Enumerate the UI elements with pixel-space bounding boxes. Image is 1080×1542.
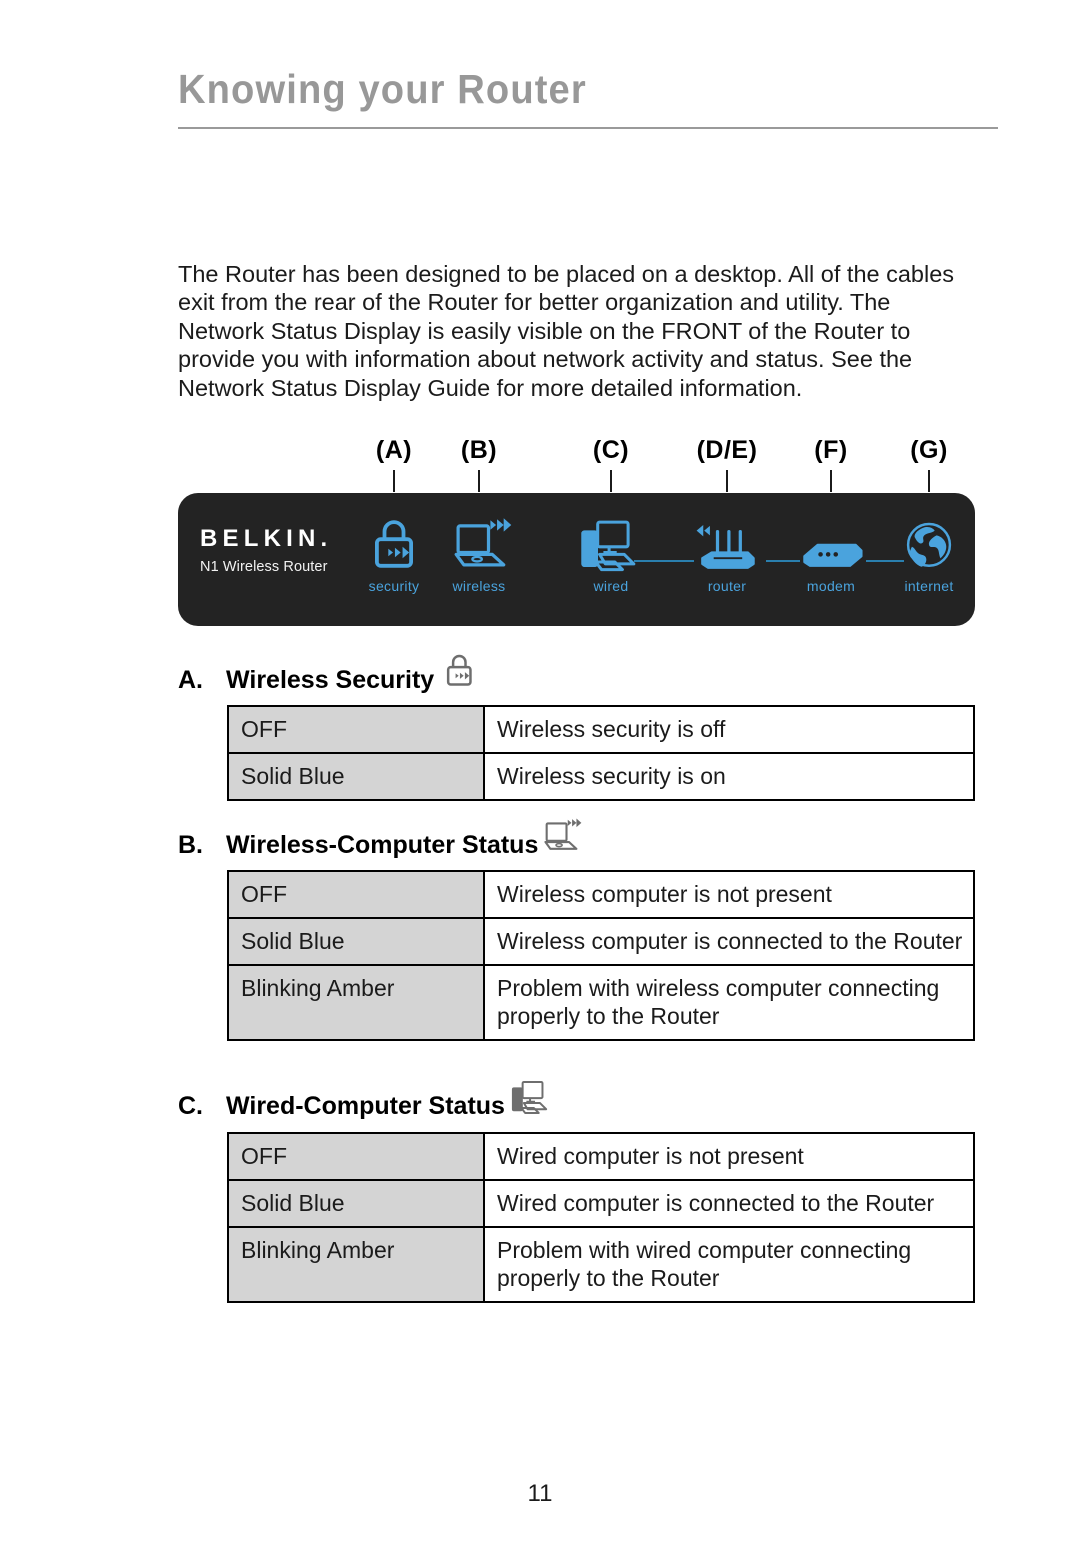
section-letter: B. [178, 831, 203, 859]
led-description-cell: Wired computer is connected to the Route… [483, 1179, 975, 1228]
table-row: Blinking Amber Problem with wired compute… [227, 1226, 975, 1303]
led-description-cell: Wireless security is off [483, 705, 975, 754]
led-state-cell: OFF [227, 870, 485, 919]
led-description-cell: Wireless computer is not present [483, 870, 975, 919]
desktop-computer-icon [556, 509, 666, 577]
section-letter: C. [178, 1092, 203, 1120]
led-state-cell: OFF [227, 705, 485, 754]
callout-tick [393, 470, 395, 492]
led-description-cell: Wired computer is not present [483, 1132, 975, 1181]
callout-label-a: (A) [375, 436, 413, 464]
section-title: Wired-Computer Status [226, 1092, 505, 1120]
section-heading-b: B. Wireless-Computer Status [178, 818, 978, 868]
led-description-cell: Wireless computer is connected to the Ro… [483, 917, 975, 966]
led-description-cell: Problem with wireless computer connectin… [483, 964, 975, 1041]
led-indicator-wired: wired [556, 509, 666, 593]
led-label-router: router [707, 578, 747, 594]
router-antennas-icon [672, 509, 782, 577]
laptop-wireless-icon [538, 816, 583, 858]
table-row: OFF Wireless computer is not present [227, 870, 975, 919]
led-label-wireless: wireless [452, 578, 506, 594]
led-indicator-wireless: wireless [424, 509, 534, 593]
status-table-c: OFF Wired computer is not present Solid Bl… [227, 1132, 975, 1303]
callout-tick [478, 470, 480, 492]
led-state-cell: Solid Blue [227, 752, 485, 801]
table-row: Solid Blue Wireless security is on [227, 752, 975, 801]
globe-icon [874, 509, 984, 577]
led-indicator-router: router [672, 509, 782, 593]
callout-tick [726, 470, 728, 492]
led-description-cell: Wireless security is on [483, 752, 975, 801]
callout-label-c: (C) [592, 436, 630, 464]
led-state-cell: Solid Blue [227, 917, 485, 966]
led-label-modem: modem [806, 578, 856, 594]
led-indicator-internet: internet [874, 509, 984, 593]
section-letter: A. [178, 666, 203, 694]
led-state-cell: OFF [227, 1132, 485, 1181]
led-state-cell: Blinking Amber [227, 964, 485, 1041]
padlock-wireless-icon [437, 651, 482, 693]
modem-box-icon [776, 509, 886, 577]
page-number: 11 [527, 1480, 553, 1507]
title-divider [178, 127, 998, 129]
intro-paragraph: The Router has been designed to be place… [178, 260, 955, 401]
desktop-computer-icon [509, 1077, 554, 1119]
router-front-panel: BELKIN. N1 Wireless Router security wire… [178, 493, 975, 626]
section-heading-c: C. Wired-Computer Status [178, 1080, 978, 1129]
table-row: OFF Wired computer is not present [227, 1132, 975, 1181]
led-label-internet: internet [904, 578, 954, 594]
led-state-cell: Solid Blue [227, 1179, 485, 1228]
table-row: Solid Blue Wired computer is connected to… [227, 1179, 975, 1228]
led-description-cell: Problem with wired computer connecting p… [483, 1226, 975, 1303]
led-label-wired: wired [593, 578, 629, 594]
status-table-b: OFF Wireless computer is not present Solid… [227, 870, 975, 1041]
status-table-a: OFF Wireless security is off Solid Blue Wir… [227, 705, 975, 801]
section-heading-a: A. Wireless Security [178, 654, 978, 703]
led-state-cell: Blinking Amber [227, 1226, 485, 1303]
callout-label-g: (G) [910, 436, 948, 464]
callout-tick [928, 470, 930, 492]
callout-label-de: (D/E) [696, 436, 758, 464]
callout-tick [830, 470, 832, 492]
table-row: Solid Blue Wireless computer is connected… [227, 917, 975, 966]
section-title: Wireless Security [226, 666, 435, 694]
laptop-wireless-icon [424, 509, 534, 577]
page-title: Knowing your Router [178, 66, 587, 112]
section-title: Wireless-Computer Status [226, 831, 539, 859]
table-row: Blinking Amber Problem with wireless comp… [227, 964, 975, 1041]
callout-label-b: (B) [460, 436, 498, 464]
table-row: OFF Wireless security is off [227, 705, 975, 754]
callout-label-f: (F) [814, 436, 848, 464]
callout-tick [610, 470, 612, 492]
led-indicator-modem: modem [776, 509, 886, 593]
